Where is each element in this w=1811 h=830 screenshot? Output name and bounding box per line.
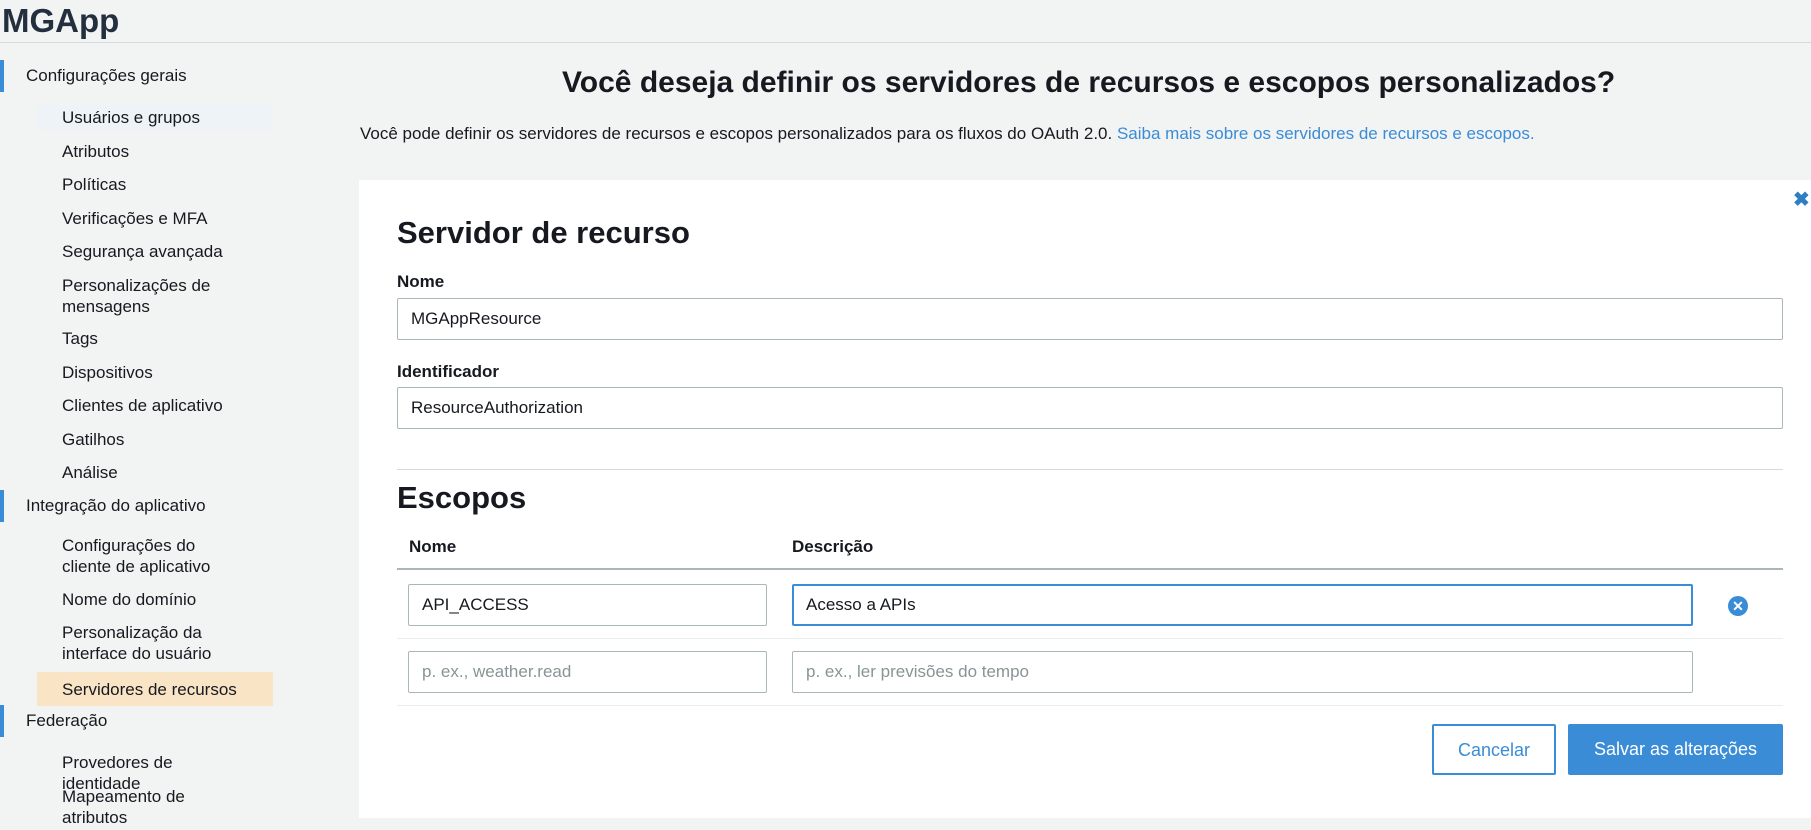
sidebar-section-label: Configurações gerais bbox=[26, 66, 187, 85]
app-header: MGApp bbox=[0, 0, 1811, 43]
name-label: Nome bbox=[397, 272, 445, 291]
sidebar-item-tags[interactable]: Tags bbox=[37, 326, 273, 351]
remove-circle-icon[interactable]: ✕ bbox=[1728, 596, 1748, 616]
resource-server-panel bbox=[359, 180, 1811, 818]
sidebar-section-label: Federação bbox=[26, 711, 108, 730]
page-title: Você deseja definir os servidores de rec… bbox=[562, 66, 1616, 99]
sidebar-item-app-clients[interactable]: Clientes de aplicativo bbox=[37, 393, 273, 418]
scope-description-input[interactable] bbox=[792, 584, 1693, 626]
scope-row-divider bbox=[397, 705, 1783, 706]
sidebar-item-resource-servers[interactable]: Servidores de recursos bbox=[37, 672, 273, 706]
description-text: Você pode definir os servidores de recur… bbox=[360, 124, 1117, 143]
sidebar-item-attributes[interactable]: Atributos bbox=[37, 139, 273, 164]
resource-server-identifier-input[interactable] bbox=[397, 387, 1783, 429]
sidebar-item-attribute-mapping[interactable]: Mapeamento de atributos bbox=[37, 784, 273, 830]
sidebar-item-triggers[interactable]: Gatilhos bbox=[37, 427, 273, 452]
app-title: MGApp bbox=[2, 2, 120, 39]
sidebar-item-domain-name[interactable]: Nome do domínio bbox=[37, 587, 273, 612]
scope-name-input[interactable] bbox=[408, 584, 767, 626]
sidebar-item-analytics[interactable]: Análise bbox=[37, 460, 273, 485]
sidebar-section-app-integration[interactable]: Integração do aplicativo bbox=[0, 490, 290, 522]
sidebar-item-advanced-security[interactable]: Segurança avançada bbox=[37, 239, 273, 264]
resource-server-title: Servidor de recurso bbox=[397, 215, 690, 250]
new-scope-name-input[interactable] bbox=[408, 651, 767, 693]
sidebar-item-devices[interactable]: Dispositivos bbox=[37, 360, 273, 385]
close-icon[interactable]: ✖ bbox=[1793, 190, 1810, 210]
sidebar-item-policies[interactable]: Políticas bbox=[37, 172, 273, 197]
new-scope-description-input[interactable] bbox=[792, 651, 1693, 693]
identifier-label: Identificador bbox=[397, 362, 500, 381]
sidebar-item-message-customizations[interactable]: Personalizações de mensagens bbox=[37, 273, 273, 319]
sidebar-item-app-client-settings[interactable]: Configurações do cliente de aplicativo bbox=[37, 533, 273, 579]
scopes-col-name: Nome bbox=[409, 537, 457, 556]
scope-row-divider bbox=[397, 638, 1783, 639]
scopes-header-divider bbox=[397, 568, 1783, 570]
sidebar-item-ui-customization[interactable]: Personalização da interface do usuário bbox=[37, 620, 273, 666]
sidebar-item-mfa[interactable]: Verificações e MFA bbox=[37, 206, 273, 231]
learn-more-link[interactable]: Saiba mais sobre os servidores de recurs… bbox=[1117, 124, 1535, 143]
sidebar-item-users-groups[interactable]: Usuários e grupos bbox=[37, 105, 273, 130]
sidebar-section-label: Integração do aplicativo bbox=[26, 496, 206, 515]
resource-server-name-input[interactable] bbox=[397, 298, 1783, 340]
cancel-button[interactable]: Cancelar bbox=[1432, 724, 1556, 775]
page-description: Você pode definir os servidores de recur… bbox=[360, 124, 1535, 144]
sidebar-section-general-settings[interactable]: Configurações gerais bbox=[0, 60, 290, 92]
scopes-col-description: Descrição bbox=[792, 537, 874, 556]
section-divider bbox=[397, 469, 1783, 470]
sidebar-section-federation[interactable]: Federação bbox=[0, 705, 290, 737]
scopes-title: Escopos bbox=[397, 480, 527, 515]
save-changes-button[interactable]: Salvar as alterações bbox=[1568, 724, 1783, 775]
